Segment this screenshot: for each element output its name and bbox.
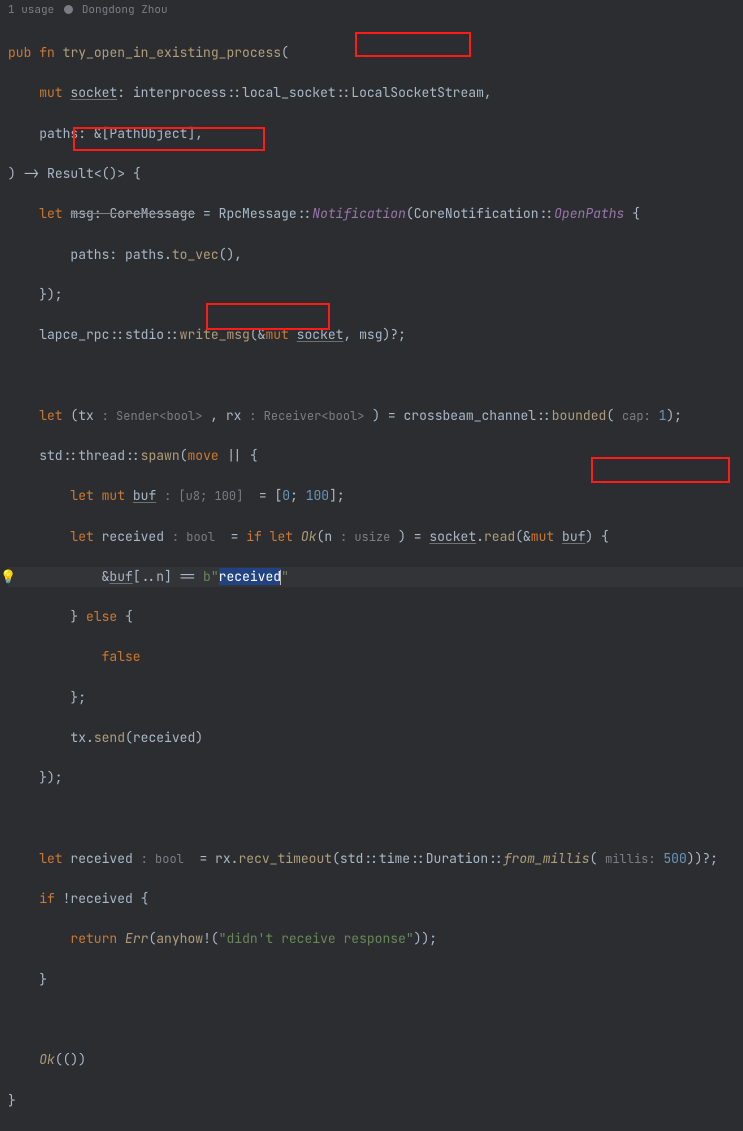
author-name: Dongdong Zhou bbox=[82, 3, 168, 17]
code-line: }); bbox=[8, 285, 743, 305]
code-line: pub fn try_open_in_existing_process( bbox=[8, 43, 743, 63]
code-editor[interactable]: pub fn try_open_in_existing_process( mut… bbox=[0, 23, 743, 1131]
lightbulb-icon[interactable]: 💡 bbox=[0, 567, 16, 587]
inlay-hint: cap: bbox=[622, 408, 651, 424]
code-line: std::thread::spawn(move || { bbox=[8, 446, 743, 466]
code-line: let received : bool = rx.recv_timeout(st… bbox=[8, 849, 743, 869]
code-line: return Err(anyhow!("didn't receive respo… bbox=[8, 929, 743, 949]
code-line: let (tx : Sender<bool> , rx : Receiver<b… bbox=[8, 406, 743, 426]
code-line: } bbox=[8, 970, 743, 990]
function-name: try_open_in_existing_process bbox=[63, 44, 281, 61]
inlay-hint: millis: bbox=[605, 851, 655, 867]
code-line: }; bbox=[8, 688, 743, 708]
code-line bbox=[8, 1010, 743, 1030]
code-line: Ok(()) bbox=[8, 1050, 743, 1070]
code-line bbox=[8, 365, 743, 385]
inlay-hint: : [u8; 100] bbox=[164, 488, 243, 504]
inlay-hint: : bool bbox=[141, 851, 184, 867]
inlay-hint: : Sender<bool> bbox=[102, 408, 203, 424]
code-line: } else { bbox=[8, 607, 743, 627]
person-icon bbox=[64, 5, 73, 14]
code-line: } bbox=[8, 1091, 743, 1111]
code-line: if !received { bbox=[8, 889, 743, 909]
code-line: false bbox=[8, 647, 743, 667]
code-line: lapce_rpc::stdio::write_msg(&mut socket,… bbox=[8, 325, 743, 345]
code-line: tx.send(received) bbox=[8, 728, 743, 748]
code-line: mut socket: interprocess::local_socket::… bbox=[8, 83, 743, 103]
inlay-hint: : bool bbox=[172, 529, 215, 545]
author-block[interactable]: Dongdong Zhou bbox=[64, 2, 167, 19]
code-line: paths: paths.to_vec(), bbox=[8, 245, 743, 265]
code-line: let mut buf : [u8; 100] = [0; 100]; bbox=[8, 486, 743, 506]
code-line-active: 💡 &buf[..n] == b"received" bbox=[8, 567, 743, 587]
code-line: let received : bool = if let Ok(n : usiz… bbox=[8, 527, 743, 547]
code-line: let msg: CoreMessage = RpcMessage::Notif… bbox=[8, 204, 743, 224]
code-line: paths: &[PathObject], bbox=[8, 124, 743, 144]
inlay-hint: : usize bbox=[340, 529, 390, 545]
editor-header: 1 usage Dongdong Zhou bbox=[0, 0, 743, 23]
selection: received bbox=[219, 568, 281, 585]
code-line bbox=[8, 809, 743, 829]
usage-count[interactable]: 1 usage bbox=[8, 2, 54, 19]
code-line: }); bbox=[8, 768, 743, 788]
inlay-hint: : Receiver<bool> bbox=[249, 408, 364, 424]
code-line: ) -> Result<()> { bbox=[8, 164, 743, 184]
